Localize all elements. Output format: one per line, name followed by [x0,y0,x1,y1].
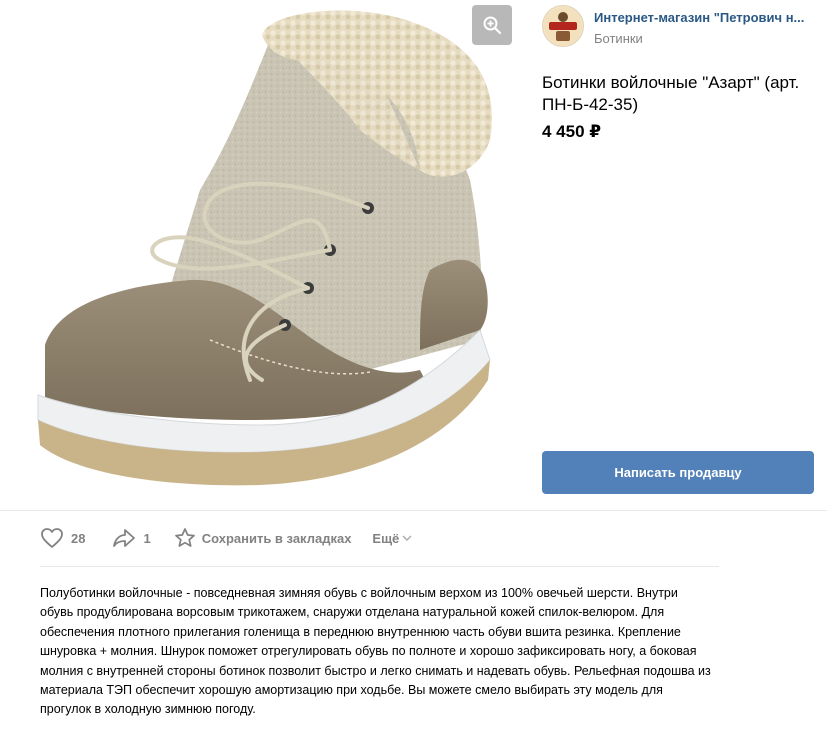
bookmark-label: Сохранить в закладках [201,530,352,546]
product-photo[interactable] [0,0,527,510]
product-description: Полуботинки войлочные - повседневная зим… [40,586,711,717]
more-label: Ещё [372,530,400,546]
shop-logo-icon [544,7,582,45]
shop-avatar[interactable] [542,5,584,47]
product-price: 4 450 ₽ [542,122,602,141]
more-menu-button[interactable]: Ещё [372,531,412,546]
zoom-in-button[interactable] [472,5,512,45]
likes-count: 28 [71,530,86,546]
star-icon [174,528,195,547]
share-icon [113,529,136,547]
zoom-in-icon [483,16,502,35]
shop-name-link[interactable]: Интернет-магазин "Петрович н... [594,10,824,25]
write-seller-button[interactable]: Написать продавцу [542,451,814,494]
chevron-down-icon [402,535,412,541]
section-divider [0,510,827,511]
product-title: Ботинки войлочные "Азарт" (арт. ПН-Б-42-… [542,73,800,114]
heart-icon [41,528,63,548]
shares-count: 1 [143,530,151,546]
bookmark-button[interactable]: Сохранить в закладках [174,527,352,549]
actions-divider [40,566,719,567]
shop-category: Ботинки [594,31,643,46]
boot-image [37,10,492,486]
actions-bar: 28 1 Сохранить в закладках Ещё [40,524,412,552]
like-button[interactable]: 28 [40,527,85,549]
share-button[interactable]: 1 [112,527,151,549]
product-info-panel: Интернет-магазин "Петрович н... Ботинки … [542,0,827,510]
